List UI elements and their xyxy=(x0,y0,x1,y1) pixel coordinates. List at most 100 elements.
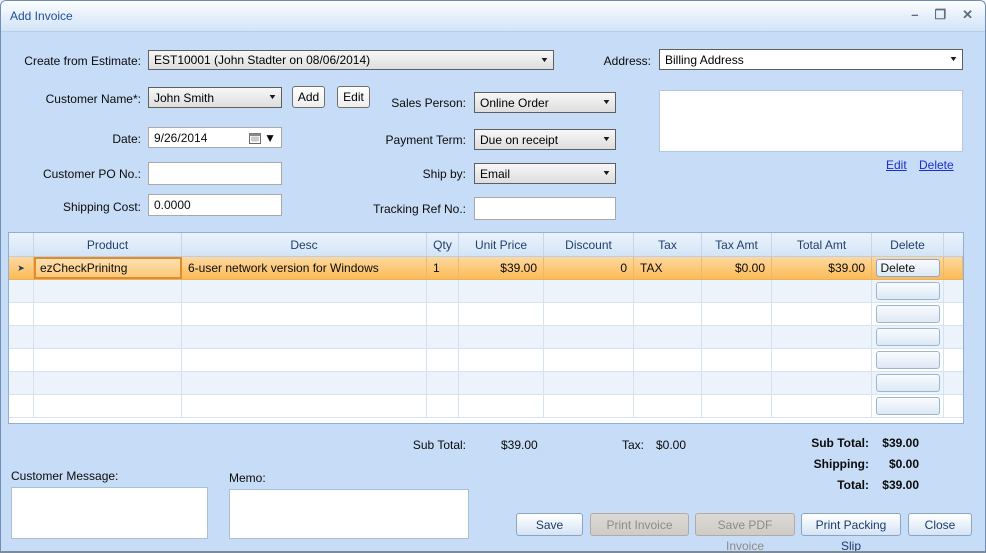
memo-input[interactable] xyxy=(229,489,469,539)
cell-desc[interactable] xyxy=(182,303,427,325)
cell-tax-amt[interactable] xyxy=(702,395,772,417)
payment-term-label: Payment Term: xyxy=(385,133,466,147)
print-packing-slip-button[interactable]: Print Packing Slip xyxy=(801,513,901,551)
cell-total-amt[interactable] xyxy=(772,326,872,348)
cell-product[interactable] xyxy=(34,349,182,371)
cell-product[interactable] xyxy=(34,395,182,417)
grid-row-selected[interactable]: ➤ ezCheckPrinitng 6-user network version… xyxy=(9,257,963,280)
cell-unit-price[interactable] xyxy=(459,395,544,417)
sales-person-dropdown[interactable]: Online Order ▼ xyxy=(474,92,616,113)
grid-header-qty[interactable]: Qty xyxy=(427,233,459,256)
cell-unit-price[interactable] xyxy=(459,349,544,371)
cell-tax-amt[interactable] xyxy=(702,326,772,348)
cell-total-amt[interactable] xyxy=(772,349,872,371)
sales-person-value: Online Order xyxy=(480,95,549,110)
maximize-icon[interactable]: ❒ xyxy=(934,6,946,24)
delete-row-button[interactable] xyxy=(875,397,940,415)
date-picker[interactable]: 9/26/2014 ▼ xyxy=(148,127,282,148)
grid-header-total-amt[interactable]: Total Amt xyxy=(772,233,872,256)
cell-total-amt[interactable] xyxy=(772,395,872,417)
title-bar[interactable]: Add Invoice – ❒ ✕ xyxy=(1,1,985,32)
cell-discount[interactable] xyxy=(544,395,634,417)
cell-tax-amt[interactable] xyxy=(702,349,772,371)
cell-unit-price[interactable] xyxy=(459,372,544,394)
cell-tax-amt[interactable]: $0.00 xyxy=(702,257,772,279)
customer-name-dropdown[interactable]: John Smith ▼ xyxy=(148,87,282,108)
chevron-down-icon: ▼ xyxy=(267,94,278,101)
cell-tax[interactable] xyxy=(634,303,702,325)
cell-tax[interactable] xyxy=(634,349,702,371)
close-button[interactable]: Close xyxy=(908,513,972,536)
minimize-icon[interactable]: – xyxy=(911,6,918,24)
cell-qty[interactable] xyxy=(427,372,459,394)
create-from-estimate-dropdown[interactable]: EST10001 (John Stadter on 08/06/2014) ▼ xyxy=(148,50,554,70)
print-invoice-button[interactable]: Print Invoice xyxy=(590,513,689,536)
grid-header-tax-amt[interactable]: Tax Amt xyxy=(702,233,772,256)
address-dropdown[interactable]: Billing Address ▼ xyxy=(659,49,963,70)
cell-tax-amt[interactable] xyxy=(702,303,772,325)
cell-discount[interactable] xyxy=(544,372,634,394)
close-icon[interactable]: ✕ xyxy=(962,6,973,24)
add-customer-button[interactable]: Add xyxy=(292,86,325,108)
cell-tax[interactable] xyxy=(634,395,702,417)
cell-unit-price[interactable] xyxy=(459,326,544,348)
grid-header-discount[interactable]: Discount xyxy=(544,233,634,256)
cell-discount[interactable] xyxy=(544,326,634,348)
grid-header-product[interactable]: Product xyxy=(34,233,182,256)
cell-qty[interactable] xyxy=(427,395,459,417)
delete-row-button[interactable] xyxy=(875,328,940,346)
ship-by-dropdown[interactable]: Email ▼ xyxy=(474,163,616,184)
cell-unit-price[interactable] xyxy=(459,280,544,302)
grid-header-desc[interactable]: Desc xyxy=(182,233,427,256)
cell-discount[interactable] xyxy=(544,349,634,371)
cell-qty[interactable] xyxy=(427,303,459,325)
cell-unit-price[interactable]: $39.00 xyxy=(459,257,544,279)
customer-message-input[interactable] xyxy=(11,487,208,539)
cell-desc[interactable] xyxy=(182,395,427,417)
cell-total-amt[interactable] xyxy=(772,280,872,302)
cell-discount[interactable]: 0 xyxy=(544,257,634,279)
cell-discount[interactable] xyxy=(544,280,634,302)
cell-qty[interactable] xyxy=(427,349,459,371)
cell-qty[interactable] xyxy=(427,326,459,348)
delete-row-button[interactable] xyxy=(875,282,940,300)
cell-desc[interactable] xyxy=(182,372,427,394)
delete-row-button[interactable] xyxy=(875,374,940,392)
cell-desc[interactable] xyxy=(182,326,427,348)
save-button[interactable]: Save xyxy=(516,513,583,536)
cell-total-amt[interactable]: $39.00 xyxy=(772,257,872,279)
cell-desc[interactable]: 6-user network version for Windows xyxy=(182,257,427,279)
cell-total-amt[interactable] xyxy=(772,372,872,394)
cell-product[interactable] xyxy=(34,303,182,325)
grid-header-unit-price[interactable]: Unit Price xyxy=(459,233,544,256)
cell-tax[interactable] xyxy=(634,280,702,302)
shipping-cost-input[interactable]: 0.0000 xyxy=(148,194,282,216)
cell-discount[interactable] xyxy=(544,303,634,325)
cell-tax-amt[interactable] xyxy=(702,280,772,302)
cell-product[interactable] xyxy=(34,372,182,394)
cell-product[interactable] xyxy=(34,280,182,302)
cell-desc[interactable] xyxy=(182,349,427,371)
grid-header-delete[interactable]: Delete xyxy=(872,233,944,256)
cell-tax[interactable]: TAX xyxy=(634,257,702,279)
payment-term-dropdown[interactable]: Due on receipt ▼ xyxy=(474,129,616,150)
cell-unit-price[interactable] xyxy=(459,303,544,325)
cell-tax[interactable] xyxy=(634,326,702,348)
customer-po-input[interactable] xyxy=(148,162,282,185)
cell-product[interactable]: ezCheckPrinitng xyxy=(34,257,182,279)
cell-tax[interactable] xyxy=(634,372,702,394)
cell-desc[interactable] xyxy=(182,280,427,302)
address-edit-link[interactable]: Edit xyxy=(886,158,907,172)
delete-row-button[interactable] xyxy=(875,305,940,323)
cell-total-amt[interactable] xyxy=(772,303,872,325)
cell-product[interactable] xyxy=(34,326,182,348)
delete-row-button[interactable]: Delete xyxy=(875,259,940,277)
tracking-ref-input[interactable] xyxy=(474,197,616,220)
cell-qty[interactable] xyxy=(427,280,459,302)
cell-qty[interactable]: 1 xyxy=(427,257,459,279)
delete-row-button[interactable] xyxy=(875,351,940,369)
grid-header-tax[interactable]: Tax xyxy=(634,233,702,256)
address-delete-link[interactable]: Delete xyxy=(919,158,954,172)
save-pdf-invoice-button[interactable]: Save PDF Invoice xyxy=(695,513,795,551)
cell-tax-amt[interactable] xyxy=(702,372,772,394)
